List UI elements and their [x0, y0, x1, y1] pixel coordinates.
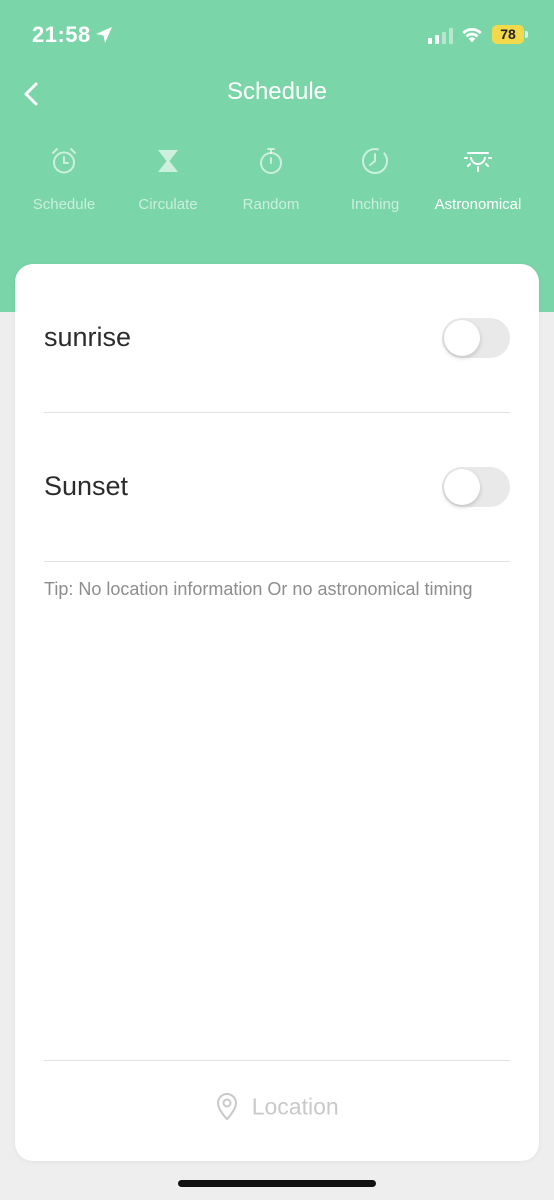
divider: [44, 561, 510, 562]
sunset-label: Sunset: [44, 471, 129, 501]
tip-text: Tip: No location information Or no astro…: [44, 579, 473, 599]
tab-label: Schedule: [32, 196, 96, 213]
wifi-icon: [462, 27, 482, 43]
stopwatch-icon: [260, 148, 282, 174]
tab-label: Inching: [350, 196, 400, 213]
tab-random[interactable]: Random: [216, 140, 326, 226]
tab-inching[interactable]: Inching: [320, 140, 430, 226]
sunset-toggle[interactable]: [442, 467, 510, 507]
location-arrow-icon: [96, 27, 112, 43]
tab-bar: Schedule Circulate Random Inching Astron…: [0, 140, 554, 230]
tab-label: Circulate: [138, 196, 198, 213]
sunrise-label: sunrise: [44, 322, 132, 352]
tab-label: Astronomical: [434, 196, 522, 213]
status-time: 21:58: [32, 22, 91, 47]
tab-label: Random: [242, 196, 300, 213]
divider: [44, 1060, 510, 1061]
location-label: Location: [251, 1093, 339, 1120]
hourglass-icon: [158, 150, 178, 172]
sunrise-row: sunrise: [44, 264, 510, 412]
timer-icon: [362, 148, 388, 174]
signal-icon: [428, 28, 453, 44]
toggle-knob: [444, 469, 480, 505]
sunset-row: Sunset: [44, 413, 510, 561]
sunrise-toggle[interactable]: [442, 318, 510, 358]
home-indicator: [178, 1180, 376, 1187]
toggle-knob: [444, 320, 480, 356]
status-bar: 21:58 78: [0, 0, 554, 70]
page-title: Schedule: [226, 78, 328, 105]
battery-icon: 78: [492, 25, 524, 44]
location-button[interactable]: Location: [15, 1092, 539, 1132]
battery-tip: [525, 31, 528, 38]
astronomical-card: sunrise Sunset Tip: No location informat…: [15, 264, 539, 1161]
sunrise-icon: [464, 152, 492, 172]
app-screen: 21:58 78 Schedule Schedule Circulate Ran…: [0, 0, 554, 1200]
tab-astronomical[interactable]: Astronomical: [423, 140, 533, 226]
map-pin-icon: [217, 1092, 238, 1121]
tab-schedule[interactable]: Schedule: [9, 140, 119, 226]
alarm-clock-icon: [52, 148, 76, 174]
tab-circulate[interactable]: Circulate: [113, 140, 223, 226]
